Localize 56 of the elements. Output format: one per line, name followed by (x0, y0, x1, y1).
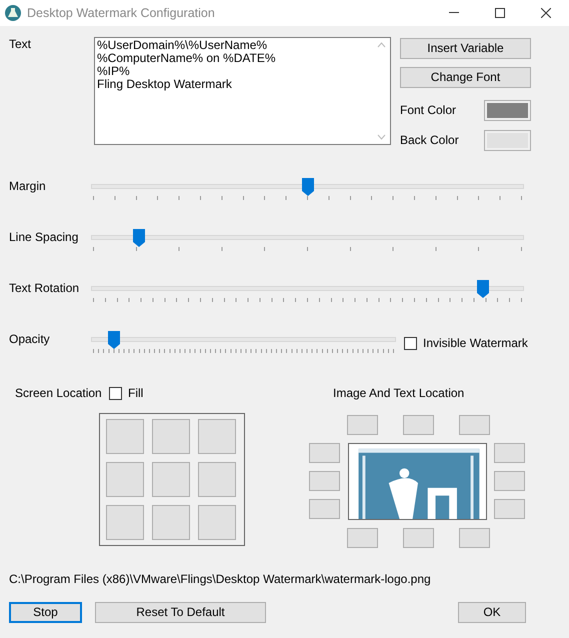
back-color-label: Back Color (400, 133, 459, 148)
checkbox[interactable] (109, 386, 122, 400)
stop-button[interactable]: Stop (9, 602, 82, 623)
slider-thumb[interactable] (108, 331, 120, 349)
location-cell[interactable] (106, 462, 144, 498)
maximize-icon[interactable] (495, 8, 505, 18)
position-button[interactable] (309, 471, 340, 492)
back-color-swatch[interactable] (484, 130, 531, 151)
slider-thumb[interactable] (476, 280, 489, 298)
checkbox-label: Invisible Watermark (423, 336, 528, 350)
slider[interactable] (91, 230, 524, 252)
change-font-button[interactable]: Change Font (400, 67, 531, 88)
slider-thumb[interactable] (302, 178, 314, 196)
position-button[interactable] (494, 443, 525, 464)
location-cell[interactable] (152, 505, 190, 540)
position-button[interactable] (459, 528, 490, 548)
reset-button[interactable]: Reset To Default (95, 602, 266, 623)
close-icon[interactable] (541, 8, 551, 18)
position-button[interactable] (403, 415, 434, 436)
font-color-swatch[interactable] (484, 100, 531, 121)
minimize-icon[interactable] (449, 12, 459, 14)
location-cell[interactable] (106, 419, 144, 454)
checkbox-label: Fill (128, 386, 144, 400)
position-button[interactable] (347, 528, 378, 548)
location-cell[interactable] (152, 419, 190, 454)
slider-thumb[interactable] (132, 229, 145, 247)
window-title: Desktop Watermark Configuration (27, 6, 216, 20)
location-cell[interactable] (198, 419, 236, 454)
position-button[interactable] (494, 471, 525, 492)
location-cell[interactable] (198, 505, 236, 540)
position-button[interactable] (403, 528, 434, 548)
slider-label: Margin (9, 179, 47, 195)
app-icon (5, 5, 21, 21)
location-cell[interactable] (152, 462, 190, 498)
slider-label: Line Spacing (9, 230, 80, 246)
screen-location-label: Screen Location (15, 386, 103, 400)
slider-label: Opacity (9, 332, 51, 348)
ok-button[interactable]: OK (458, 602, 526, 623)
slider-label: Text Rotation (9, 281, 80, 297)
position-button[interactable] (309, 499, 340, 520)
file-path: C:\Program Files (x86)\VMware\Flings\Desktop Watermark\watermark-logo.png (9, 572, 432, 587)
position-button[interactable] (459, 415, 490, 436)
position-button[interactable] (309, 443, 340, 464)
text-label: Text (9, 37, 32, 53)
slider[interactable] (91, 281, 524, 303)
image-location-label: Image And Text Location (333, 386, 466, 400)
location-cell[interactable] (106, 505, 144, 540)
slider[interactable] (91, 332, 396, 354)
checkbox[interactable] (404, 336, 417, 350)
location-cell[interactable] (198, 462, 236, 498)
position-button[interactable] (347, 415, 378, 436)
slider[interactable] (91, 179, 524, 201)
text-field[interactable]: %UserDomain%\%UserName% %ComputerName% on %DATE% %IP% Fling Desktop Watermark (94, 37, 391, 145)
font-color-label: Font Color (400, 103, 456, 118)
position-button[interactable] (494, 499, 525, 520)
insert-variable-button[interactable]: Insert Variable (400, 38, 531, 59)
